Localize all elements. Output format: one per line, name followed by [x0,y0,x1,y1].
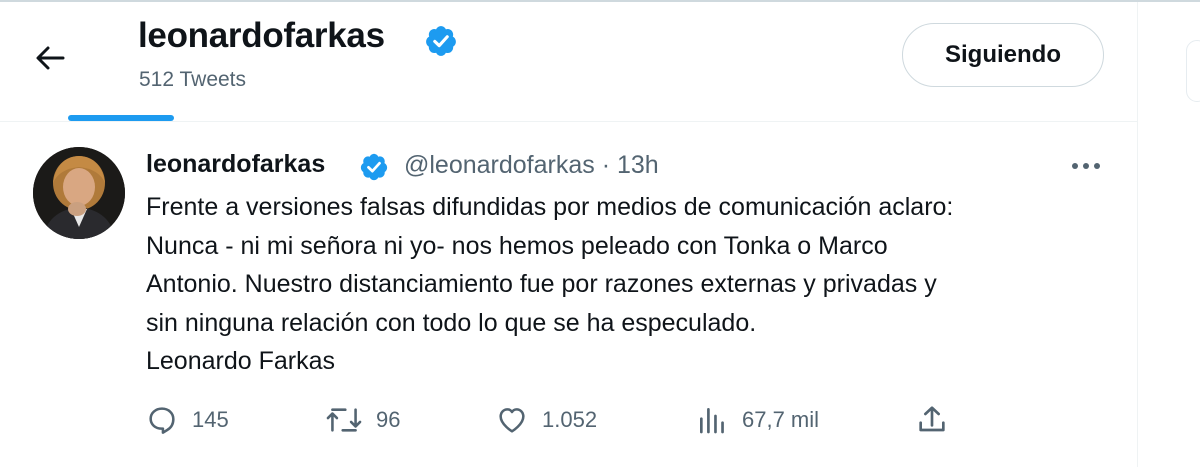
retweet-icon [326,408,362,432]
reply-button[interactable]: 145 [146,400,229,440]
tweet-text-line: Nunca - ni mi señora ni yo- nos hemos pe… [146,231,888,260]
tweet-handle-time[interactable]: @leonardofarkas · 13h [404,151,659,180]
retweet-button[interactable]: 96 [326,400,400,440]
views-button[interactable]: 67,7 mil [696,400,819,440]
views-bar-chart-icon [700,408,724,434]
tweet-text: Frente a versiones falsas difundidas por… [146,188,1121,381]
back-button[interactable] [28,36,72,80]
tweet-text-line: Frente a versiones falsas difundidas por… [146,193,954,221]
more-dots-icon [1072,163,1100,169]
profile-account-name: leonardofarkas [138,16,385,55]
like-button[interactable]: 1.052 [496,400,597,440]
verified-badge-icon [360,153,388,181]
like-count: 1.052 [542,407,598,432]
following-button[interactable]: Siguiendo [902,23,1104,87]
tweet-text-line: Leonardo Farkas [146,347,336,375]
reply-count: 145 [192,407,229,432]
tweet-count: 512 Tweets [139,68,247,91]
header-divider [0,121,1137,122]
verified-badge-icon [426,26,456,56]
tweet-author-name[interactable]: leonardofarkas [146,150,325,179]
share-button[interactable] [916,400,948,440]
retweet-count: 96 [376,407,401,432]
heart-icon [499,408,525,433]
avatar[interactable] [33,147,125,239]
avatar-portrait-image [33,147,125,239]
tweet-text-line: Antonio. Nuestro distanciamiento fue por… [146,270,937,298]
share-icon [919,406,945,432]
views-count: 67,7 mil [742,407,820,432]
tweet-text-line: sin ninguna relación con todo lo que se … [146,308,757,337]
adjacent-panel-edge [1186,40,1200,102]
timeline-column: leonardofarkas 512 Tweets Siguiendo leon… [0,2,1138,467]
reply-icon [149,407,175,434]
more-options-button[interactable] [1064,148,1108,184]
arrow-left-icon [36,46,65,70]
